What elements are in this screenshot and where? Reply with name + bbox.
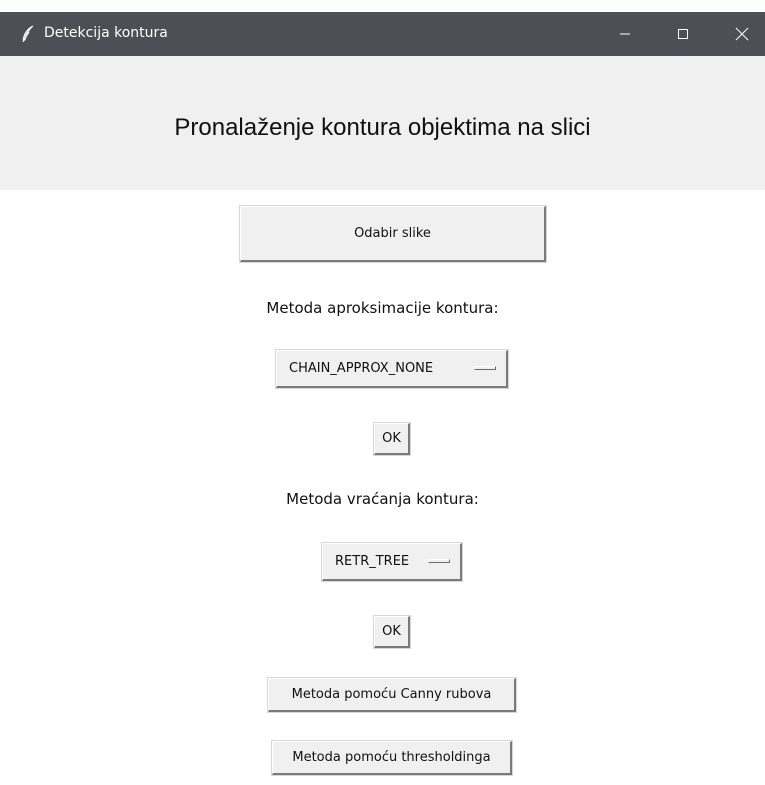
- feather-icon: [20, 25, 36, 43]
- dropdown-indicator-icon: [428, 558, 450, 563]
- page-title: Pronalaženje kontura objektima na slici: [174, 114, 591, 141]
- ok-approx-button[interactable]: OK: [374, 423, 410, 455]
- window-title: Detekcija kontura: [44, 25, 168, 41]
- approx-method-value: CHAIN_APPROX_NONE: [289, 361, 434, 376]
- maximize-icon: [677, 28, 689, 40]
- close-button[interactable]: [719, 12, 765, 56]
- minimize-icon: [619, 28, 631, 40]
- header-panel: Pronalaženje kontura objektima na slici: [0, 56, 765, 190]
- retrieval-method-label: Metoda vraćanja kontura:: [286, 490, 479, 508]
- select-image-button[interactable]: Odabir slike: [240, 206, 546, 262]
- app-window: Detekcija kontura Pronalaženje kontura o…: [0, 0, 765, 785]
- maximize-button[interactable]: [660, 12, 706, 56]
- ok-retrieval-button[interactable]: OK: [374, 616, 410, 648]
- close-icon: [735, 27, 749, 41]
- approx-method-label: Metoda aproksimacije kontura:: [266, 299, 499, 317]
- minimize-button[interactable]: [602, 12, 648, 56]
- dropdown-indicator-icon: [474, 365, 496, 370]
- title-bar[interactable]: Detekcija kontura: [0, 12, 765, 56]
- approx-method-dropdown[interactable]: CHAIN_APPROX_NONE: [276, 350, 508, 388]
- threshold-method-button[interactable]: Metoda pomoću thresholdinga: [272, 741, 512, 775]
- retrieval-method-value: RETR_TREE: [335, 554, 410, 569]
- desktop-strip: [0, 0, 765, 12]
- retrieval-method-dropdown[interactable]: RETR_TREE: [322, 543, 462, 581]
- canny-method-button[interactable]: Metoda pomoću Canny rubova: [268, 678, 516, 712]
